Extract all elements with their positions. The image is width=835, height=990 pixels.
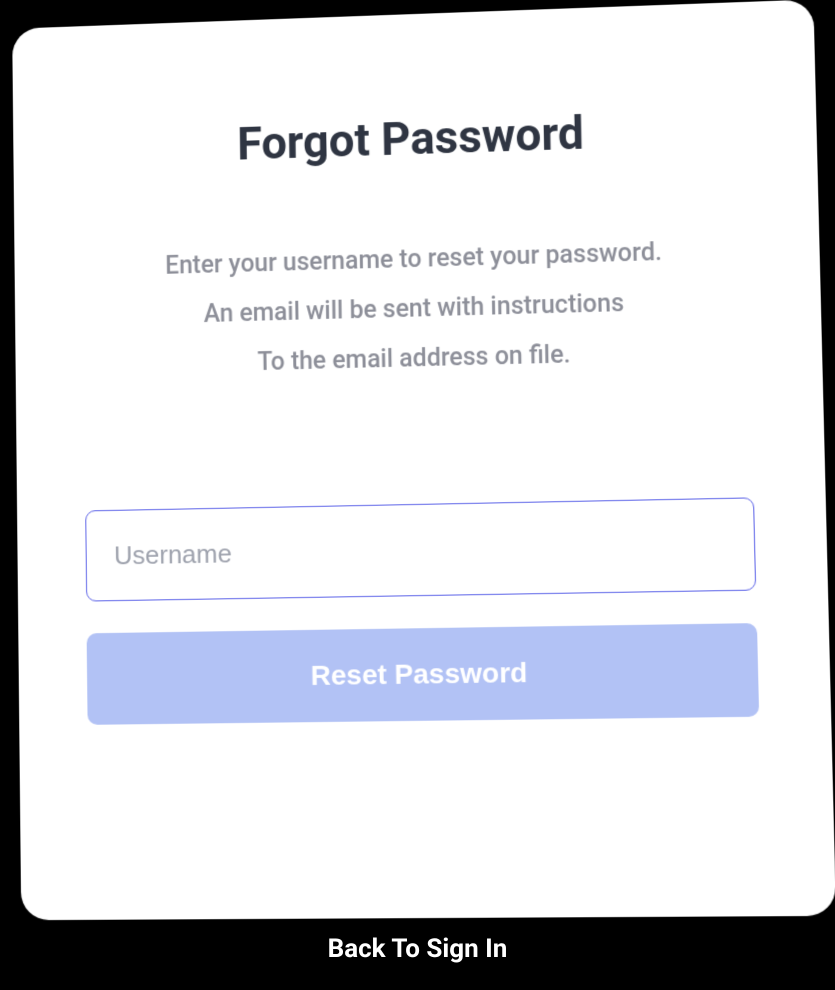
forgot-password-card: Forgot Password Enter your username to r… xyxy=(12,0,835,920)
page-title: Forgot Password xyxy=(81,102,746,177)
back-to-signin-link[interactable]: Back To Sign In xyxy=(0,934,835,964)
username-input[interactable] xyxy=(85,497,756,601)
reset-password-button[interactable]: Reset Password xyxy=(87,623,760,725)
description-text: Enter your username to reset your passwo… xyxy=(82,226,751,393)
